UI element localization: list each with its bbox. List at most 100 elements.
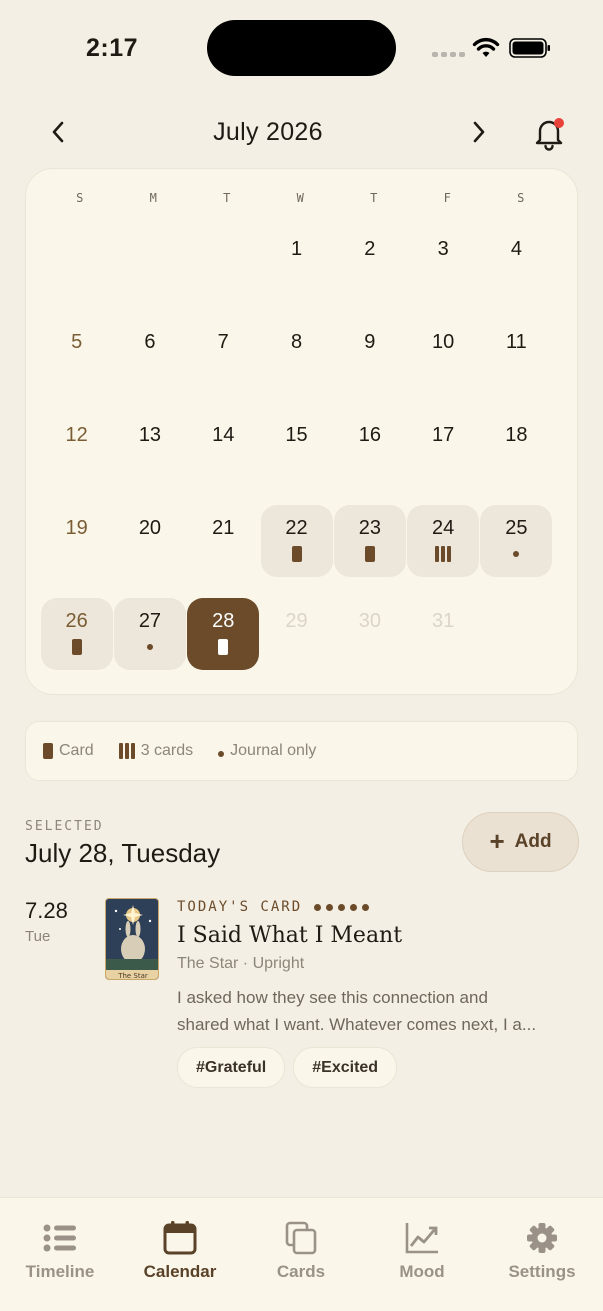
notification-bell-icon[interactable] [532,112,566,152]
day-cell[interactable]: 15 [261,412,333,484]
day-cell[interactable]: 25 [480,505,553,577]
journal-dot-icon [218,750,225,757]
month-title: July 2026 [213,118,323,146]
tag-chip[interactable]: #Grateful [177,1047,286,1088]
tab-cards[interactable]: Cards [241,1220,361,1282]
rating-dots [314,903,370,911]
day-number: 17 [432,424,455,446]
weekday-header: SMTWTFS [43,191,558,205]
plus-icon: + [489,826,505,856]
tab-calendar[interactable]: Calendar [120,1220,240,1282]
legend-card: Card [43,742,94,760]
day-number: 24 [432,517,455,539]
day-number: 2 [364,238,376,260]
tab-mood[interactable]: Mood [362,1220,482,1282]
day-number: 18 [505,424,528,446]
next-month-button[interactable] [463,116,495,148]
card-marker-icon [218,639,229,655]
day-cell[interactable]: 27 [113,598,186,670]
day-cell[interactable]: 24 [407,505,480,577]
legend-journal-only: Journal only [218,742,316,760]
day-number: 21 [212,517,235,539]
entry-title[interactable]: I Said What I Meant [177,923,402,948]
day-cell: 29 [261,598,333,670]
list-icon [43,1224,76,1252]
wifi-icon [472,37,500,57]
day-cell: 30 [334,598,406,670]
card-marker-icon [71,639,82,655]
day-number: 3 [437,238,449,260]
entry-body[interactable]: I asked how they see this connection and… [177,984,577,1038]
weekday-label: M [149,191,157,205]
entry-kicker: TODAY'S CARD [177,899,370,915]
day-number: 12 [65,424,88,446]
tab-timeline[interactable]: Timeline [0,1220,120,1282]
day-cell[interactable]: 26 [40,598,113,670]
day-cell[interactable]: 13 [114,412,186,484]
day-number: 1 [290,238,303,260]
add-entry-button[interactable]: + Add [462,812,579,872]
day-number: 20 [138,517,162,539]
tab-settings[interactable]: Settings [482,1220,602,1282]
day-number: 4 [510,238,522,260]
day-number: 16 [358,424,381,446]
day-number: 31 [432,610,455,632]
day-cell[interactable]: 17 [407,412,479,484]
empty-day-cell [187,226,259,298]
tag-chip[interactable]: #Excited [293,1047,398,1088]
day-cell[interactable]: 12 [41,412,113,484]
day-number: 14 [212,424,235,446]
selected-date: July 28, Tuesday [25,838,221,868]
day-cell[interactable]: 1 [261,226,333,298]
weekday-label: T [370,191,378,205]
journal-dot-icon [513,546,520,557]
day-number: 22 [285,517,308,539]
day-cell[interactable]: 6 [114,319,186,391]
day-cell[interactable]: 8 [261,319,333,391]
calendar-grid: SMTWTFS 1 2 3 4 5 6 7 8 9 10 11 12 13 14 15 16 17 18 19 20 2… [25,168,578,695]
day-cell[interactable]: 16 [334,412,406,484]
day-cell[interactable]: 9 [334,319,406,391]
day-cell[interactable]: 11 [480,319,552,391]
day-cell[interactable]: 10 [407,319,479,391]
signal-icon [432,52,465,57]
weekday-label: T [223,191,231,205]
entry-tags: #Grateful #Excited [177,1047,398,1088]
day-cell[interactable]: 19 [41,505,113,577]
day-number: 19 [65,517,88,539]
day-cell[interactable]: 4 [480,226,552,298]
day-number: 28 [212,610,235,632]
legend-3-cards: 3 cards [118,742,193,760]
day-cell[interactable]: 21 [187,505,259,577]
day-cell[interactable]: 22 [260,505,333,577]
day-number: 29 [285,610,308,632]
day-cell[interactable]: 18 [480,412,552,484]
day-number: 7 [217,331,229,353]
weekday-label: F [443,191,451,205]
entry-date-number: 7.28 [25,898,68,923]
day-number: 30 [358,610,381,632]
chart-icon [405,1223,438,1254]
day-cell[interactable]: 23 [333,505,406,577]
cards-icon [285,1221,317,1255]
day-cell[interactable]: 3 [407,226,479,298]
day-cell[interactable]: 2 [334,226,406,298]
notification-badge [554,118,564,128]
day-cell[interactable]: 20 [114,505,186,577]
entry-weekday: Tue [25,928,51,945]
dynamic-island [207,20,396,76]
day-number: 23 [358,517,381,539]
day-number: 9 [364,331,376,353]
empty-day-cell [41,226,113,298]
day-cell[interactable]: 28 [187,598,260,670]
calendar-icon [163,1221,197,1255]
calendar-header: July 2026 [0,106,603,158]
day-cell[interactable]: 7 [187,319,259,391]
three-cards-marker-icon [435,546,452,562]
day-number: 8 [290,331,303,353]
card-marker-icon [291,546,302,562]
tarot-card-thumbnail[interactable]: The Star [105,898,159,980]
entry-card-subtitle: The Star · Upright [177,955,305,972]
day-cell[interactable]: 5 [41,319,113,391]
day-cell[interactable]: 14 [187,412,259,484]
